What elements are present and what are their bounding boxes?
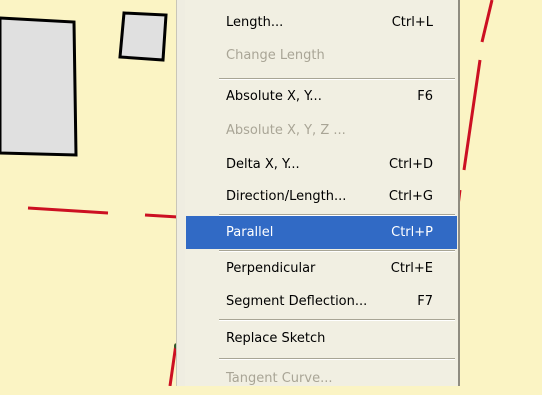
- context-menu: Length... Ctrl+L Change Length Absolute …: [176, 0, 460, 386]
- menu-separator: [219, 358, 455, 360]
- menu-item-perpendicular[interactable]: Perpendicular Ctrl+E: [186, 252, 457, 285]
- menu-item-absolute-xyz: Absolute X, Y, Z ...: [226, 123, 346, 138]
- menu-item-replace-sketch[interactable]: Replace Sketch: [186, 322, 457, 355]
- menu-item-delta-xy[interactable]: Delta X, Y... Ctrl+D: [186, 148, 457, 181]
- menu-gutter: [177, 0, 185, 386]
- map-polygon: [0, 16, 78, 157]
- menu-item-parallel[interactable]: Parallel Ctrl+P: [186, 216, 457, 249]
- menu-separator: [219, 319, 455, 321]
- menu-item-change-length: Change Length: [226, 48, 325, 63]
- sketch-line: [144, 213, 179, 219]
- map-polygon: [118, 11, 168, 62]
- menu-item-absolute-xy[interactable]: Absolute X, Y... F6: [186, 80, 457, 113]
- menu-item-length[interactable]: Length... Ctrl+L: [186, 6, 457, 39]
- menu-item-direction-length[interactable]: Direction/Length... Ctrl+G: [186, 180, 457, 213]
- menu-item-tangent-curve: Tangent Curve...: [226, 371, 333, 386]
- menu-item-segment-deflection[interactable]: Segment Deflection... F7: [186, 285, 457, 318]
